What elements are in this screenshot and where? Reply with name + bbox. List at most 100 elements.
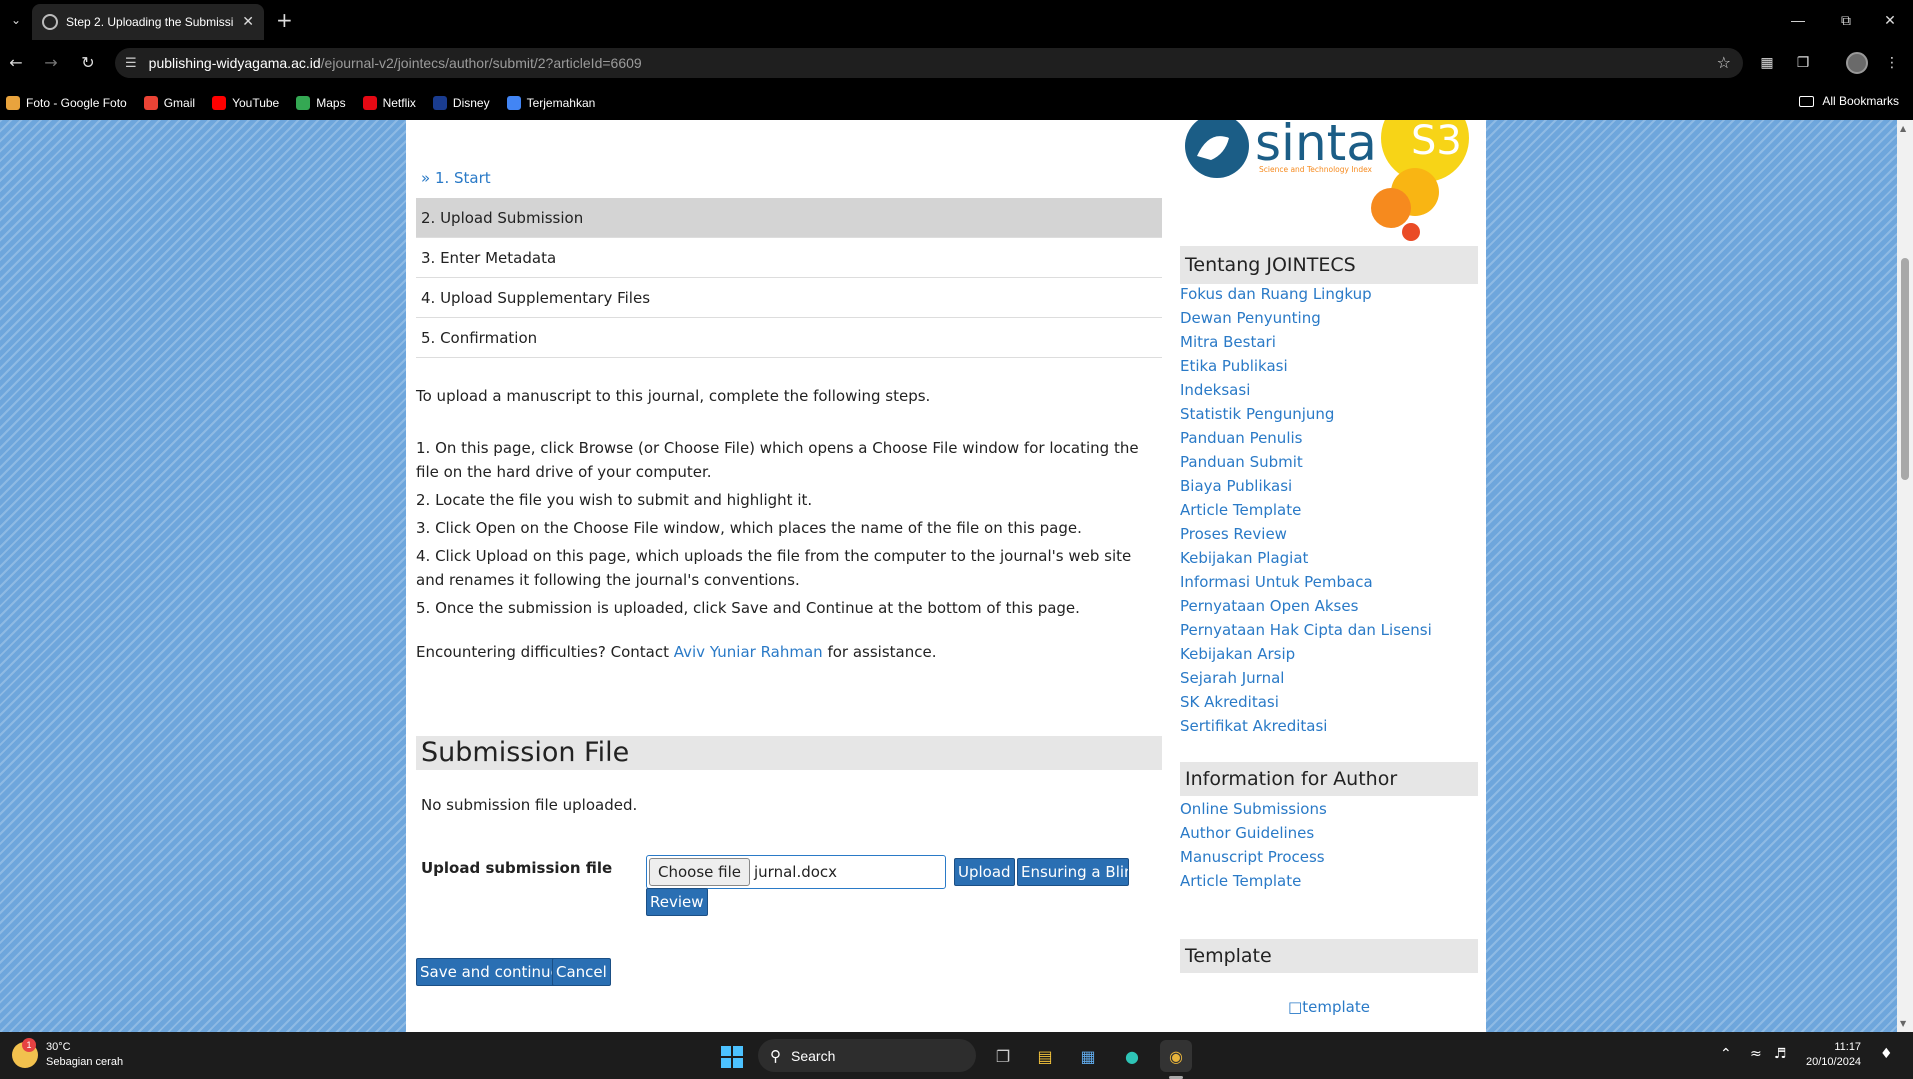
all-bookmarks[interactable]: All Bookmarks [1799,94,1899,108]
tentang-link[interactable]: Panduan Submit [1180,450,1478,474]
bookmark-maps[interactable]: Maps [296,95,346,110]
sinta-tagline: Science and Technology Index [1259,165,1373,174]
tentang-link[interactable]: Sejarah Jurnal [1180,666,1478,690]
store-icon[interactable]: ▦ [1072,1040,1104,1072]
youtube-icon [212,95,227,110]
start-menu-icon[interactable] [721,1046,743,1068]
tab-search-chevron-icon[interactable]: ⌄ [4,8,28,32]
reload-icon[interactable]: ↻ [76,51,100,75]
tentang-link[interactable]: Mitra Bestari [1180,330,1478,354]
edge-icon[interactable]: ● [1116,1040,1148,1072]
site-info-icon[interactable]: ☰ [125,56,137,71]
disney-icon [432,95,447,110]
restore-icon[interactable]: ⧉ [1826,8,1866,32]
cancel-button[interactable]: Cancel [552,958,611,986]
save-continue-button[interactable]: Save and continue [416,958,564,986]
bookmark-youtube[interactable]: YouTube [212,95,279,110]
tentang-heading: Tentang JOINTECS [1180,246,1478,284]
tentang-link[interactable]: Dewan Penyunting [1180,306,1478,330]
folder-icon [1799,95,1815,107]
weather-widget[interactable]: 1 30°C Sebagian cerah [12,1038,123,1070]
translate-icon [506,95,521,110]
chrome-icon[interactable]: ◉ [1160,1040,1192,1072]
contact-link[interactable]: Aviv Yuniar Rahman [674,643,823,661]
taskbar-search[interactable]: ⚲ Search [758,1039,976,1072]
volume-icon[interactable]: ♬ [1774,1046,1787,1062]
puzzle-extensions-icon[interactable]: ❐ [1791,51,1815,75]
system-clock[interactable]: 11:17 20/10/2024 [1806,1040,1861,1070]
step-1[interactable]: » 1. Start [416,158,1162,198]
bookmark-star-icon[interactable]: ☆ [1717,53,1731,72]
bookmark-google-photos[interactable]: Foto - Google Foto [6,95,127,110]
tentang-link[interactable]: Informasi Untuk Pembaca [1180,570,1478,594]
tentang-link[interactable]: Kebijakan Plagiat [1180,546,1478,570]
submission-file-heading: Submission File [416,736,1162,770]
choose-file-button[interactable]: Choose file [649,858,750,886]
instructions-lead: To upload a manuscript to this journal, … [416,387,931,405]
bookmark-netflix[interactable]: Netflix [362,95,416,110]
tentang-link[interactable]: Article Template [1180,498,1478,522]
tentang-link[interactable]: Statistik Pengunjung [1180,402,1478,426]
template-image[interactable]: □template [1180,998,1478,1016]
netflix-icon [362,95,377,110]
tab-title: Step 2. Uploading the Submissi [66,15,234,29]
template-heading: Template [1180,939,1478,973]
author-link[interactable]: Author Guidelines [1180,821,1478,845]
tab-bar: ⌄ Step 2. Uploading the Submissi ✕ + — ⧉… [0,0,1913,40]
contact-line: Encountering difficulties? Contact Aviv … [416,643,937,661]
blind-review-button[interactable]: Ensuring a Blind [1017,858,1129,886]
scroll-down-icon[interactable]: ▼ [1900,1019,1906,1028]
profile-avatar[interactable] [1846,52,1868,74]
tentang-link[interactable]: SK Akreditasi [1180,690,1478,714]
url-text[interactable]: publishing-widyagama.ac.id/ejournal-v2/j… [149,55,642,71]
scroll-thumb[interactable] [1901,258,1909,480]
step-5: 5. Confirmation [416,318,1162,358]
tentang-link[interactable]: Biaya Publikasi [1180,474,1478,498]
sinta-badge: S3 [1411,120,1462,164]
bookmark-disney[interactable]: Disney [432,95,490,110]
upload-button[interactable]: Upload [954,858,1015,886]
forward-icon[interactable]: → [39,51,63,75]
bookmark-gmail[interactable]: Gmail [143,95,195,110]
new-tab-icon[interactable]: + [276,8,293,32]
tentang-link[interactable]: Pernyataan Open Akses [1180,594,1478,618]
tray-chevron-icon[interactable]: ⌃ [1720,1046,1732,1062]
file-explorer-icon[interactable]: ▤ [1029,1040,1061,1072]
tentang-link[interactable]: Proses Review [1180,522,1478,546]
more-menu-icon[interactable]: ⋮ [1880,51,1904,75]
notification-bell-icon[interactable]: ♦ [1880,1046,1893,1062]
minimize-icon[interactable]: — [1778,8,1818,32]
extension-icon[interactable]: ▦ [1755,51,1779,75]
author-link[interactable]: Online Submissions [1180,797,1478,821]
page-scrollbar[interactable]: ▲ ▼ [1897,120,1913,1032]
author-link[interactable]: Article Template [1180,869,1478,893]
selected-file-name: jurnal.docx [754,863,838,881]
tentang-link[interactable]: Pernyataan Hak Cipta dan Lisensi [1180,618,1478,642]
wifi-icon[interactable]: ≈ [1750,1046,1762,1062]
step-4: 4. Upload Supplementary Files [416,278,1162,318]
tentang-link[interactable]: Indeksasi [1180,378,1478,402]
blind-review-button-wrap[interactable]: Review [646,888,708,916]
close-window-icon[interactable]: ✕ [1870,8,1910,32]
sinta-logo[interactable]: sinta Science and Technology Index S3 [1185,120,1483,242]
tentang-link[interactable]: Etika Publikasi [1180,354,1478,378]
back-icon[interactable]: ← [4,51,28,75]
scroll-up-icon[interactable]: ▲ [1900,124,1906,133]
task-view-icon[interactable]: ❐ [987,1040,1019,1072]
tentang-link[interactable]: Kebijakan Arsip [1180,642,1478,666]
instruction-step-5: 5. Once the submission is uploaded, clic… [416,599,1080,617]
upload-label: Upload submission file [421,859,613,877]
bookmark-translate[interactable]: Terjemahkan [506,95,595,110]
omnibox[interactable]: ☰ publishing-widyagama.ac.id/ejournal-v2… [115,48,1743,78]
tentang-link[interactable]: Panduan Penulis [1180,426,1478,450]
instruction-step-4: 4. Click Upload on this page, which uplo… [416,547,1132,589]
browser-tab[interactable]: Step 2. Uploading the Submissi ✕ [32,4,264,40]
bookmarks-bar: Foto - Google Foto Gmail YouTube Maps Netfli… [0,85,1913,120]
close-tab-icon[interactable]: ✕ [242,14,254,30]
file-input[interactable]: Choose file jurnal.docx [646,855,946,889]
tentang-link[interactable]: Sertifikat Akreditasi [1180,714,1478,738]
submission-status: No submission file uploaded. [421,796,638,814]
author-link[interactable]: Manuscript Process [1180,845,1478,869]
tentang-link[interactable]: Fokus dan Ruang Lingkup [1180,282,1478,306]
instruction-step-3: 3. Click Open on the Choose File window,… [416,519,1082,537]
